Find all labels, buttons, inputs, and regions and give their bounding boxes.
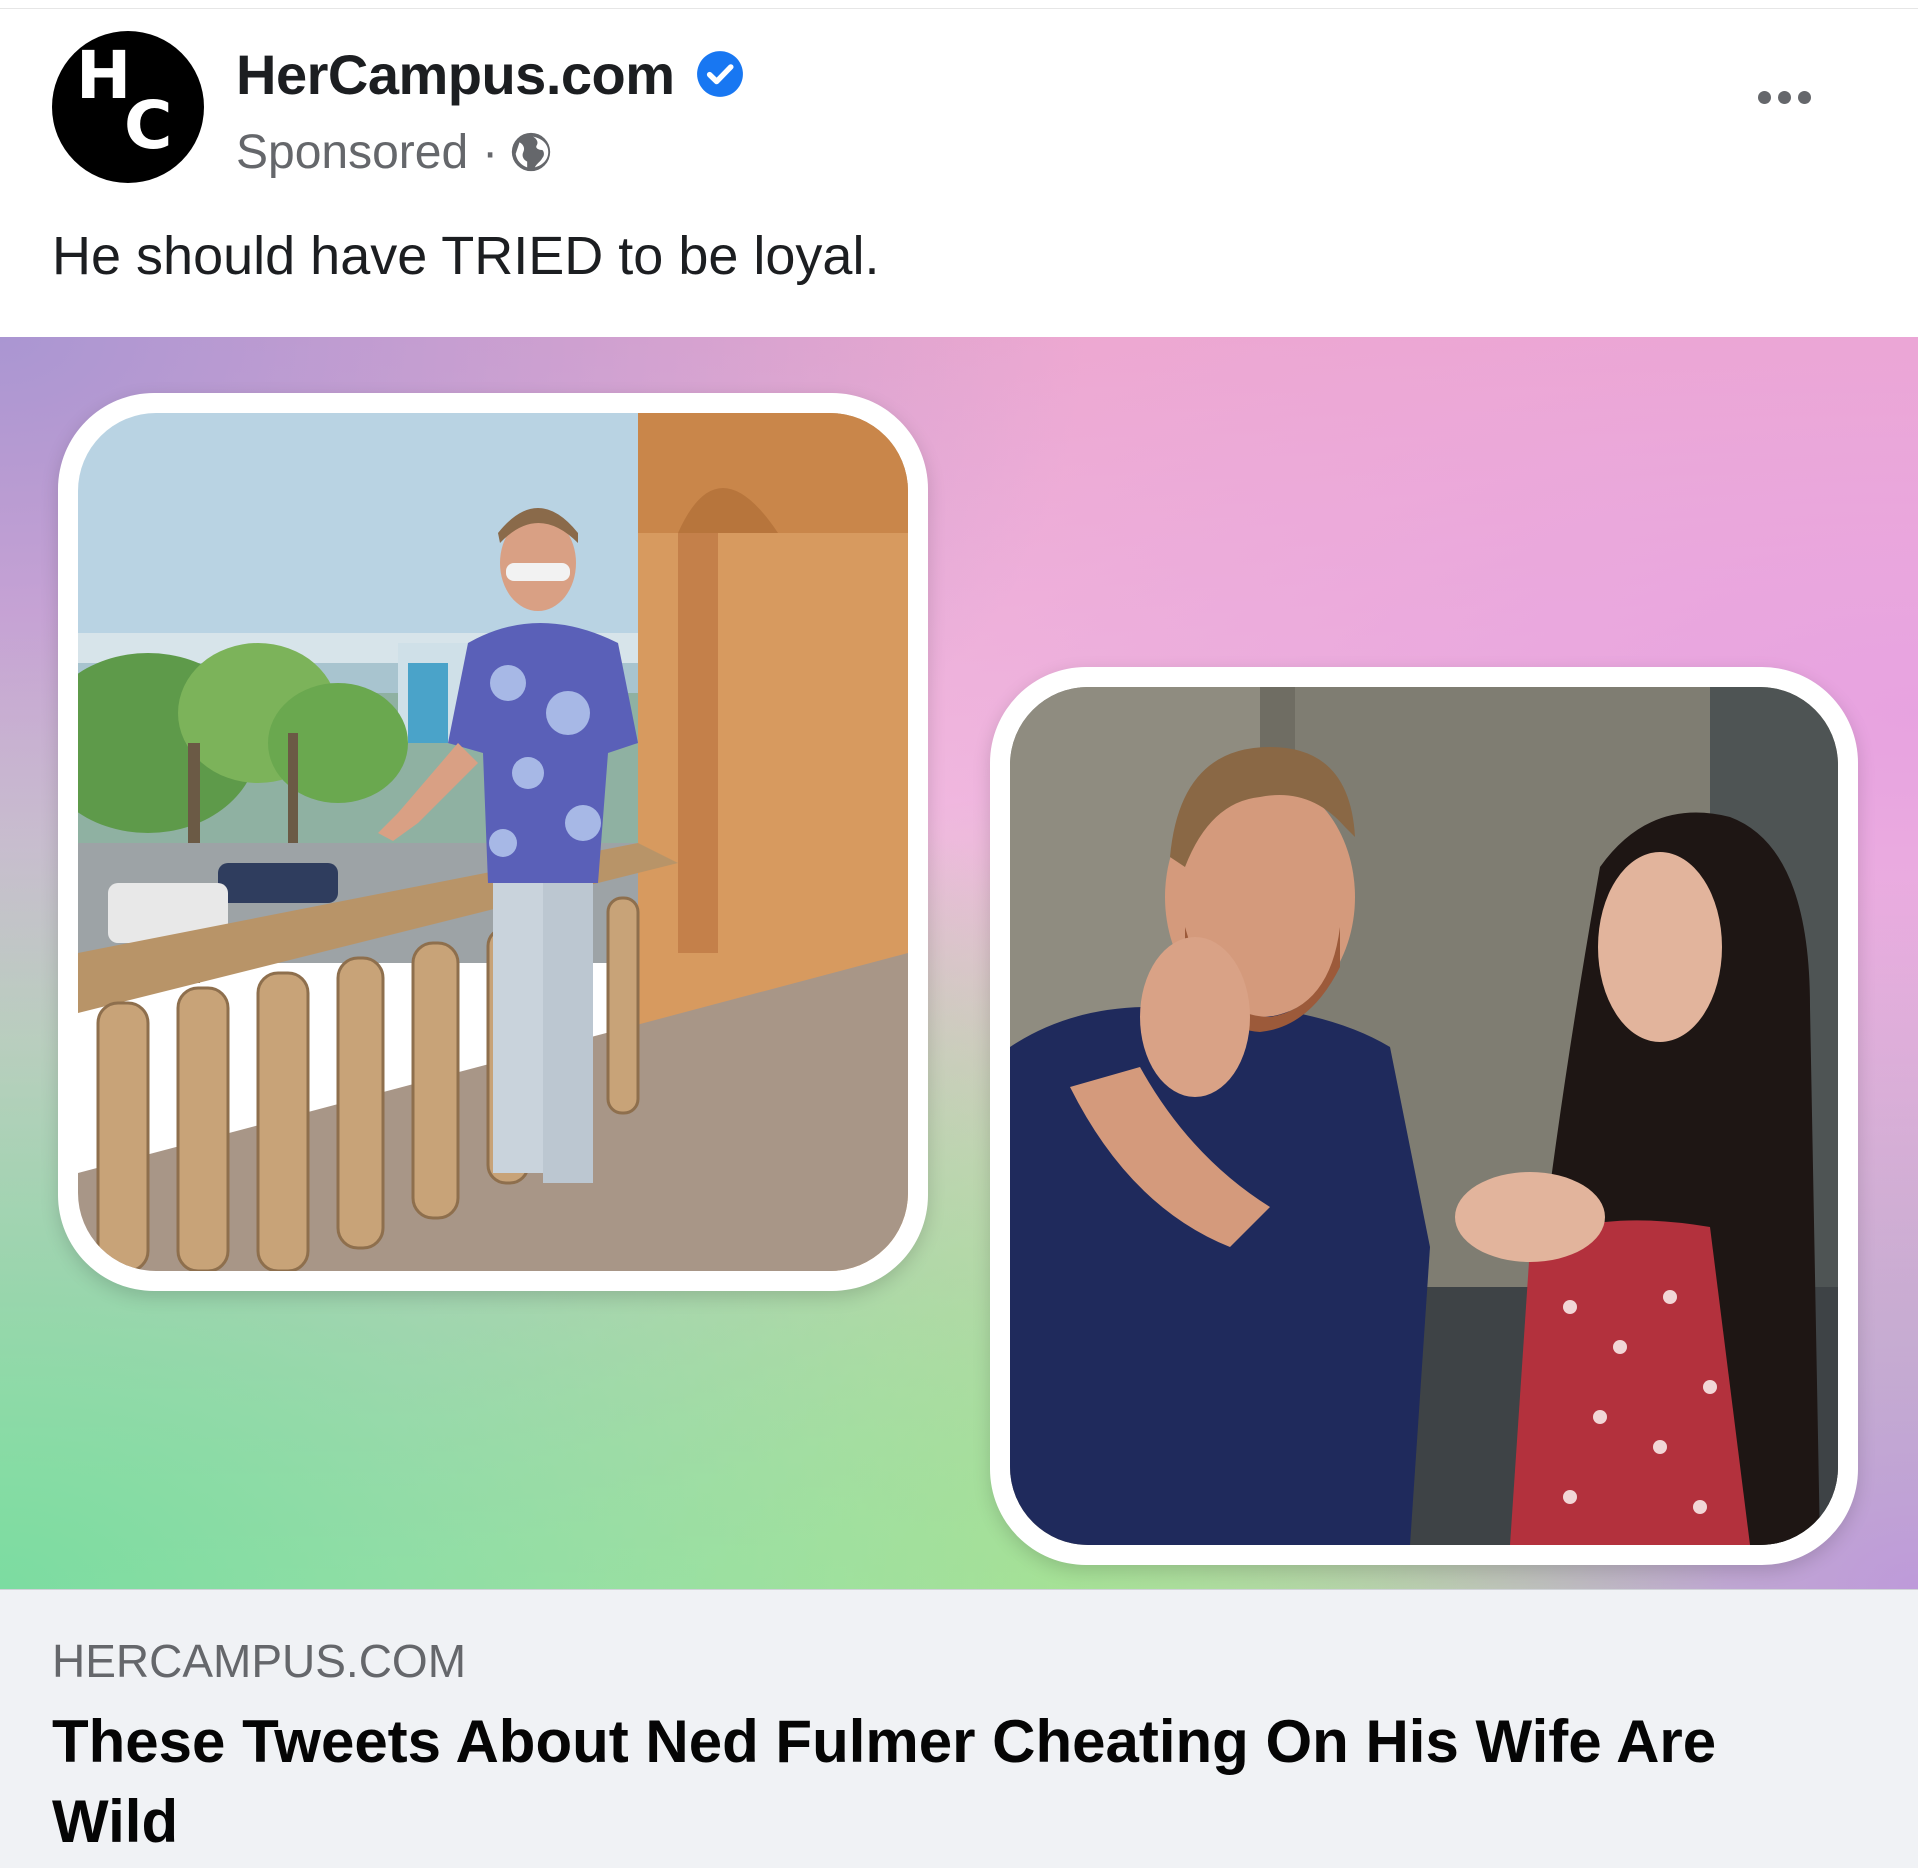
more-dot: [1758, 91, 1771, 104]
link-headline[interactable]: These Tweets About Ned Fulmer Cheating O…: [52, 1702, 1832, 1862]
globe-icon: [511, 132, 551, 172]
man-on-balcony-photo: [78, 413, 908, 1271]
link-preview[interactable]: HERCAMPUS.COM These Tweets About Ned Ful…: [0, 1589, 1918, 1868]
sponsored-post: H C HerCampus.com Sponsored · He should …: [0, 8, 1918, 1868]
verified-badge-icon: [696, 51, 743, 97]
avatar-letter-c: C: [124, 87, 173, 164]
page-name-row: HerCampus.com: [236, 41, 745, 107]
post-meta: Sponsored ·: [236, 121, 554, 183]
more-dot: [1778, 91, 1791, 104]
page-avatar[interactable]: H C: [52, 31, 204, 183]
meta-separator: ·: [482, 125, 499, 179]
avatar-letter-h: H: [76, 37, 132, 114]
more-dot: [1798, 91, 1811, 104]
more-options-icon[interactable]: [1758, 91, 1811, 104]
sponsored-label[interactable]: Sponsored: [236, 125, 468, 180]
page-name-link[interactable]: HerCampus.com: [236, 42, 675, 107]
photo-frame-left: [58, 393, 928, 1291]
photo-frame-right: [990, 667, 1858, 1565]
couple-laughing-photo: [1010, 687, 1838, 1545]
post-caption: He should have TRIED to be loyal.: [52, 226, 880, 286]
link-domain: HERCAMPUS.COM: [52, 1635, 467, 1687]
post-media[interactable]: [0, 337, 1918, 1589]
